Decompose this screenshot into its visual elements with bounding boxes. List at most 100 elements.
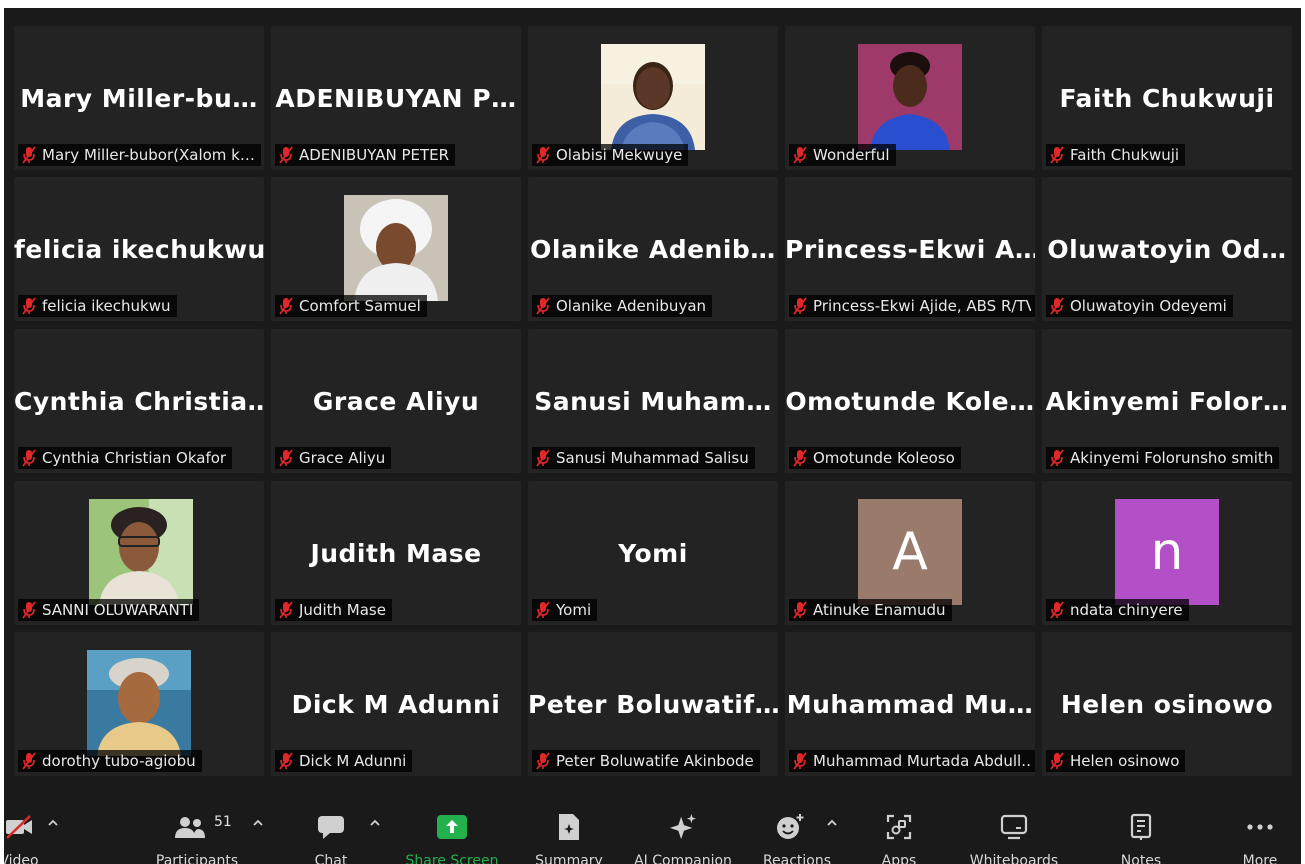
participant-name: Cynthia Christian Okafor xyxy=(42,449,227,467)
muted-mic-icon xyxy=(793,601,807,619)
participant-tile[interactable]: Mary Miller-bu… Mary Miller-bubor(Xalom … xyxy=(14,26,264,170)
participant-tile[interactable]: Olanike Adenib… Olanike Adenibuyan xyxy=(528,177,778,321)
chat-button[interactable]: Chat xyxy=(296,793,366,864)
muted-mic-icon xyxy=(1050,146,1064,164)
participant-name: felicia ikechukwu xyxy=(42,297,171,315)
participant-name: Helen osinowo xyxy=(1070,752,1180,770)
muted-mic-icon xyxy=(793,752,807,770)
chat-options-caret-icon[interactable] xyxy=(369,817,381,829)
participant-photo xyxy=(601,44,705,150)
participant-tile[interactable]: n ndata chinyere xyxy=(1042,481,1292,625)
video-options-caret-icon[interactable] xyxy=(47,817,59,829)
participant-tile[interactable]: Sanusi Muham… Sanusi Muhammad Salisu xyxy=(528,329,778,473)
ai-companion-sparkle-icon xyxy=(669,813,697,840)
participant-tile[interactable]: Olabisi Mekwuye xyxy=(528,26,778,170)
participant-display-name: Faith Chukwuji xyxy=(1059,84,1275,113)
share-screen-button[interactable]: Share Screen xyxy=(402,793,502,864)
participant-display-name: Akinyemi Folor… xyxy=(1045,387,1289,416)
participant-name-label: dorothy tubo-agiobu xyxy=(18,750,202,772)
participant-tile[interactable]: Princess-Ekwi A… Princess-Ekwi Ajide, AB… xyxy=(785,177,1035,321)
participant-name: Yomi xyxy=(556,601,592,619)
participants-options-caret-icon[interactable] xyxy=(252,817,264,829)
muted-mic-icon xyxy=(793,146,807,164)
participant-tile[interactable]: Peter Boluwatif… Peter Boluwatife Akinbo… xyxy=(528,632,778,776)
participant-name-label: Wonderful xyxy=(789,144,896,166)
apps-button[interactable]: Apps xyxy=(864,793,934,864)
muted-mic-icon xyxy=(279,297,293,315)
participant-tile[interactable]: A Atinuke Enamudu xyxy=(785,481,1035,625)
summary-button[interactable]: Summary xyxy=(526,793,612,864)
participant-display-name: Cynthia Christia… xyxy=(14,387,264,416)
participant-display-name: Dick M Adunni xyxy=(291,690,501,719)
participant-tile[interactable]: Oluwatoyin Od… Oluwatoyin Odeyemi xyxy=(1042,177,1292,321)
participant-name: Grace Aliyu xyxy=(299,449,386,467)
participant-tile[interactable]: Yomi Yomi xyxy=(528,481,778,625)
participant-tile[interactable]: Comfort Samuel xyxy=(271,177,521,321)
ai-companion-button[interactable]: AI Companion xyxy=(626,793,740,864)
more-dots-icon xyxy=(1247,824,1273,830)
video-off-icon xyxy=(6,815,32,839)
muted-mic-icon xyxy=(1050,752,1064,770)
chat-label: Chat xyxy=(314,853,348,864)
participant-display-name: Sanusi Muham… xyxy=(534,387,772,416)
reactions-options-caret-icon[interactable] xyxy=(826,817,838,829)
participant-name-label: Helen osinowo xyxy=(1046,750,1186,772)
whiteboards-button[interactable]: Whiteboards xyxy=(964,793,1064,864)
participant-tile[interactable]: Omotunde Kole… Omotunde Koleoso xyxy=(785,329,1035,473)
participant-tile[interactable]: Akinyemi Folor… Akinyemi Folorunsho smit… xyxy=(1042,329,1292,473)
participant-tile[interactable]: Faith Chukwuji Faith Chukwuji xyxy=(1042,26,1292,170)
participant-tile[interactable]: Grace Aliyu Grace Aliyu xyxy=(271,329,521,473)
participant-tile[interactable]: Helen osinowo Helen osinowo xyxy=(1042,632,1292,776)
apps-label: Apps xyxy=(881,853,917,864)
whiteboard-icon xyxy=(1000,814,1028,840)
participant-tile[interactable]: Cynthia Christia… Cynthia Christian Okaf… xyxy=(14,329,264,473)
participant-photo xyxy=(858,44,962,150)
participant-name: Peter Boluwatife Akinbode xyxy=(556,752,754,770)
muted-mic-icon xyxy=(793,297,807,315)
participant-name-label: Omotunde Koleoso xyxy=(789,447,961,469)
participant-name: Olabisi Mekwuye xyxy=(556,146,683,164)
share-screen-label: Share Screen xyxy=(405,853,499,864)
participant-name-label: Atinuke Enamudu xyxy=(789,599,952,621)
participant-name: Judith Mase xyxy=(299,601,386,619)
notes-button[interactable]: Notes xyxy=(1104,793,1178,864)
participants-icon xyxy=(175,817,206,838)
reactions-icon xyxy=(776,814,804,839)
muted-mic-icon xyxy=(22,449,36,467)
participant-tile[interactable]: Wonderful xyxy=(785,26,1035,170)
participant-tile[interactable]: felicia ikechukwu felicia ikechukwu xyxy=(14,177,264,321)
participant-name-label: felicia ikechukwu xyxy=(18,295,177,317)
participant-tile[interactable]: dorothy tubo-agiobu xyxy=(14,632,264,776)
participant-tile[interactable]: Judith Mase Judith Mase xyxy=(271,481,521,625)
participant-tile[interactable]: SANNI OLUWARANTI xyxy=(14,481,264,625)
muted-mic-icon xyxy=(22,752,36,770)
video-label: Video xyxy=(4,853,39,864)
meeting-toolbar: Video 51 Participants Chat Share Screen … xyxy=(4,793,1301,864)
participant-name: Oluwatoyin Odeyemi xyxy=(1070,297,1227,315)
summary-icon xyxy=(559,814,579,840)
participant-name: Faith Chukwuji xyxy=(1070,146,1180,164)
participant-name-label: Judith Mase xyxy=(275,599,392,621)
muted-mic-icon xyxy=(536,601,550,619)
ai-companion-label: AI Companion xyxy=(634,853,732,864)
participant-photo xyxy=(89,499,193,605)
participants-button[interactable]: 51 Participants xyxy=(142,793,252,864)
more-button[interactable]: More xyxy=(1230,793,1290,864)
participants-count: 51 xyxy=(214,814,232,830)
participant-tile[interactable]: Muhammad Mu… Muhammad Murtada Abdull… xyxy=(785,632,1035,776)
participant-tile[interactable]: ADENIBUYAN P… ADENIBUYAN PETER xyxy=(271,26,521,170)
muted-mic-icon xyxy=(1050,601,1064,619)
participant-name: SANNI OLUWARANTI xyxy=(42,601,194,619)
participant-name: ndata chinyere xyxy=(1070,601,1183,619)
reactions-label: Reactions xyxy=(762,853,832,864)
muted-mic-icon xyxy=(536,146,550,164)
participant-display-name: Mary Miller-bu… xyxy=(20,84,258,113)
participant-photo xyxy=(344,195,448,301)
participant-name: Sanusi Muhammad Salisu xyxy=(556,449,749,467)
muted-mic-icon xyxy=(1050,297,1064,315)
participant-tile[interactable]: Dick M Adunni Dick M Adunni xyxy=(271,632,521,776)
participant-name: Dick M Adunni xyxy=(299,752,407,770)
participant-name: Wonderful xyxy=(813,146,890,164)
participant-name-label: Dick M Adunni xyxy=(275,750,413,772)
participant-name-label: Olabisi Mekwuye xyxy=(532,144,689,166)
